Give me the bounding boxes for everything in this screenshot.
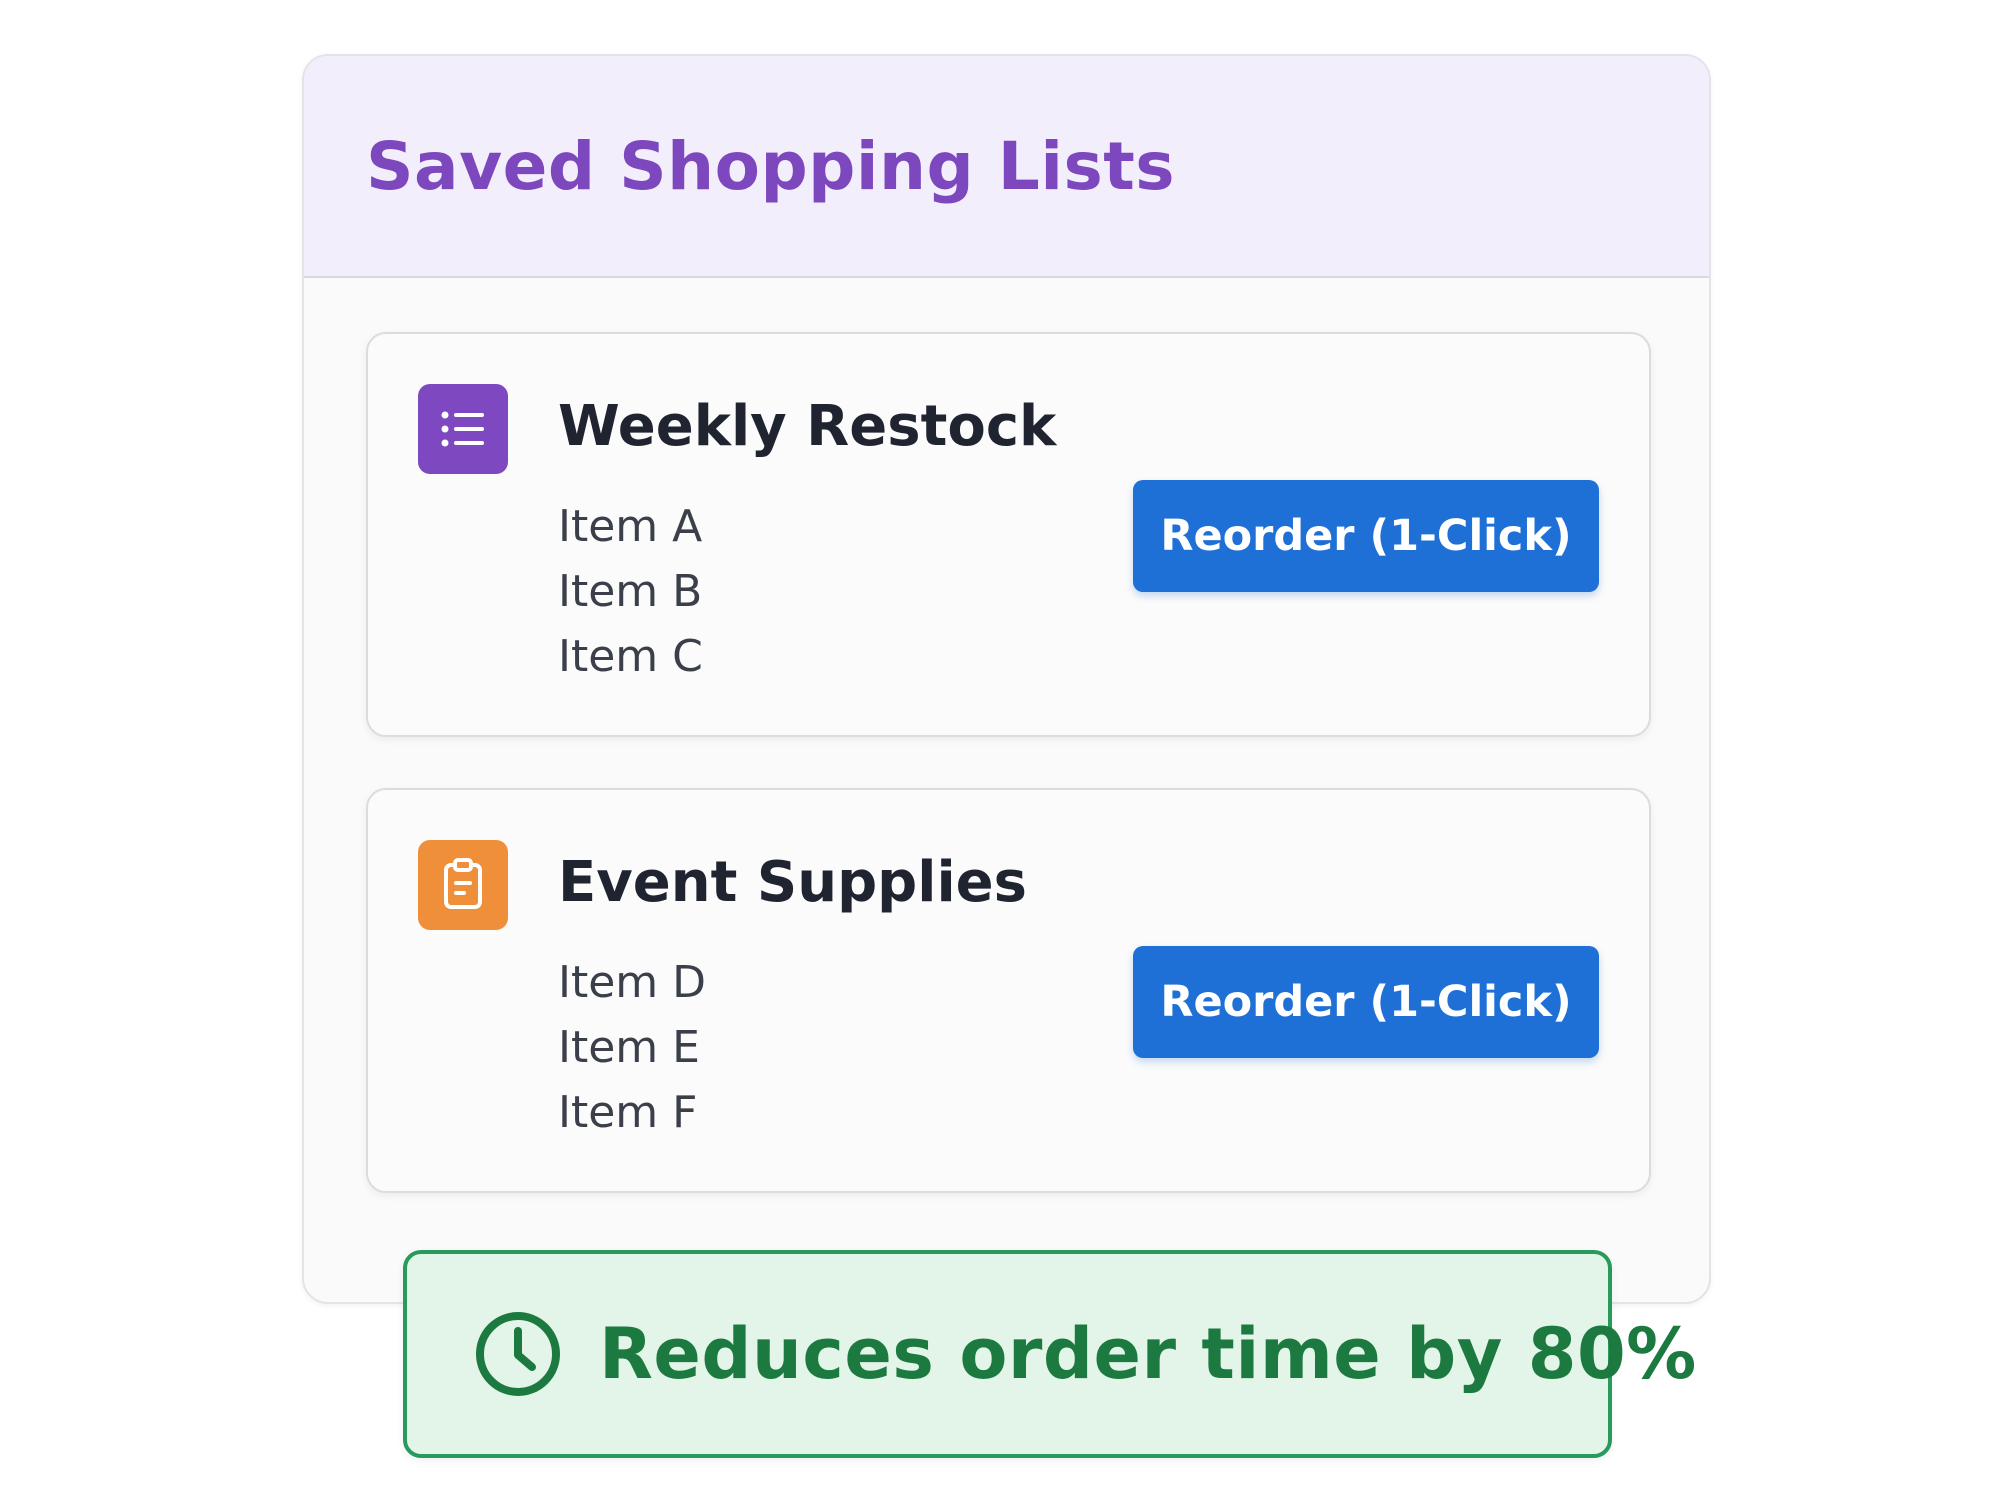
clipboard-icon [418, 840, 508, 930]
item-list: Item A Item B Item C [558, 494, 703, 689]
list-item: Item B [558, 566, 703, 617]
benefit-text: Reduces order time by 80% [599, 1313, 1697, 1395]
list-item: Item A [558, 501, 703, 552]
list-item: Item D [558, 957, 707, 1008]
saved-lists-panel: Saved Shopping Lists Weekly Restock Item… [302, 54, 1711, 1304]
list-item: Item E [558, 1022, 700, 1073]
list-item: Item C [558, 631, 703, 682]
benefit-banner: Reduces order time by 80% [403, 1250, 1696, 1458]
list-icon [418, 384, 508, 474]
reorder-button[interactable]: Reorder (1-Click) [1133, 946, 1599, 1058]
reorder-button[interactable]: Reorder (1-Click) [1133, 480, 1599, 592]
list-item: Item F [558, 1087, 698, 1138]
shopping-list-card-weekly-restock: Weekly Restock Item A Item B Item C Reor… [366, 332, 1651, 737]
shopping-list-card-event-supplies: Event Supplies Item D Item E Item F Reor… [366, 788, 1651, 1193]
panel-title: Saved Shopping Lists [366, 127, 1176, 205]
panel-header: Saved Shopping Lists [304, 56, 1709, 278]
list-title: Weekly Restock [558, 394, 1057, 459]
item-list: Item D Item E Item F [558, 950, 706, 1145]
clock-icon [476, 1312, 560, 1396]
stage: Saved Shopping Lists Weekly Restock Item… [0, 0, 2000, 1500]
list-title: Event Supplies [558, 850, 1027, 915]
